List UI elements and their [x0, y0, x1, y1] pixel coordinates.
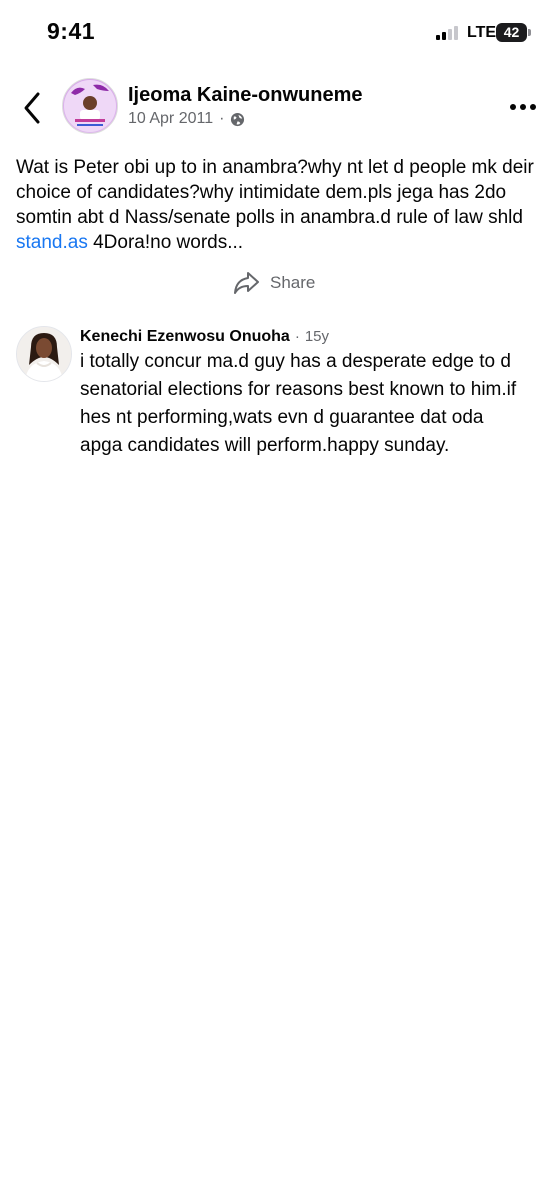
status-bar: 9:41 LTE 42 [0, 0, 554, 66]
author-avatar-image [64, 80, 116, 132]
meta-separator: · [219, 110, 225, 127]
signal-strength-icon [436, 26, 462, 40]
post-date: 10 Apr 2011 [128, 110, 214, 127]
share-button[interactable]: Share [232, 270, 315, 296]
post-text-part-2: 4Dora!no words... [87, 232, 244, 253]
chevron-left-icon [24, 92, 40, 124]
share-arrow-icon [234, 272, 259, 294]
battery-nub [528, 29, 531, 36]
commenter-name[interactable]: Kenechi Ezenwosu Onuoha [80, 328, 290, 346]
author-avatar[interactable] [62, 78, 118, 134]
globe-icon [231, 112, 245, 126]
commenter-avatar-image [17, 327, 71, 381]
comment-text: i totally concur ma.d guy has a desperat… [80, 351, 517, 456]
comment-separator: · [294, 328, 300, 345]
back-button[interactable] [18, 88, 48, 128]
more-dots-icon [510, 104, 536, 110]
post-author-name[interactable]: Ijeoma Kaine-onwuneme [128, 84, 363, 107]
post-meta: 10 Apr 2011 · [128, 110, 245, 128]
post-text: Wat is Peter obi up to in anambra?why nt… [16, 155, 536, 255]
more-options-button[interactable] [508, 100, 538, 114]
post-text-part-1: Wat is Peter obi up to in anambra?why nt… [16, 157, 534, 228]
comment-header: Kenechi Ezenwosu Onuoha · 15y [80, 328, 329, 346]
share-label: Share [270, 273, 316, 292]
network-type: LTE [467, 24, 497, 41]
commenter-avatar[interactable] [16, 326, 72, 382]
comment-time: 15y [304, 328, 329, 345]
status-time: 9:41 [47, 18, 96, 44]
battery-icon: 42 [496, 23, 527, 42]
post-link[interactable]: stand.as [16, 232, 88, 253]
post-detail-screen: 9:41 LTE 42 Ijeoma Kaine-onwuneme 10 Apr… [0, 0, 554, 1199]
